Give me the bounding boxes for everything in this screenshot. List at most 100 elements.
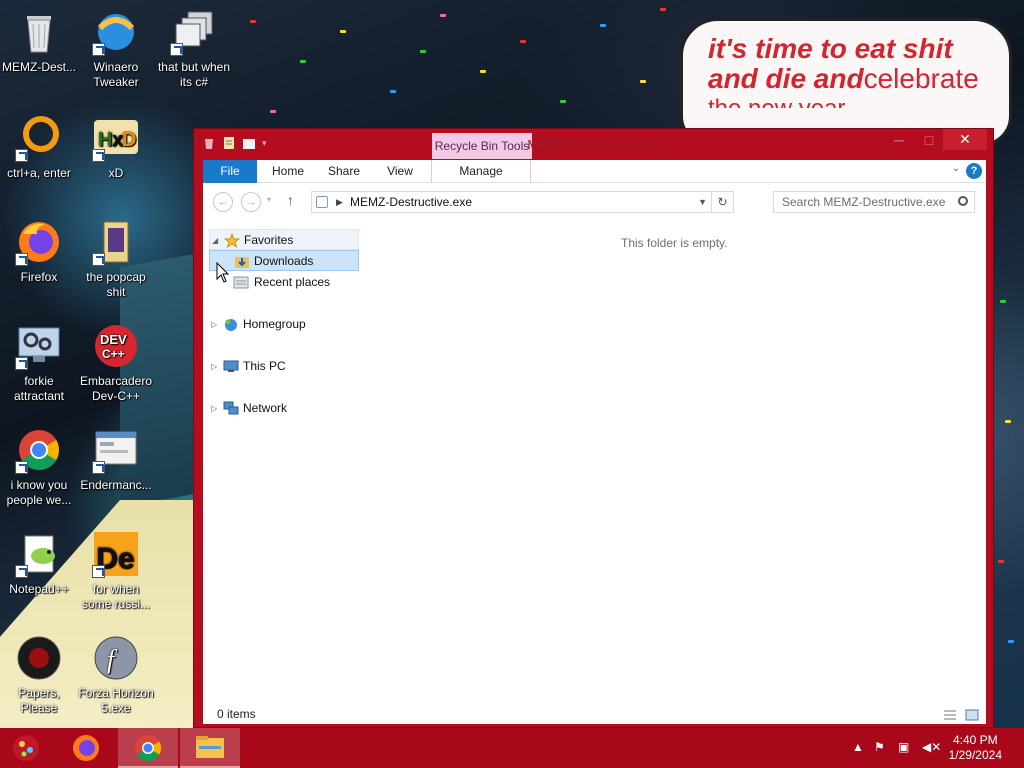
nav-label: Downloads — [254, 254, 314, 268]
confetti — [660, 8, 666, 11]
nav-item-network[interactable]: ▷ Network — [209, 398, 359, 419]
desktop-icon-chrome[interactable]: i know you people we... — [1, 420, 77, 520]
nav-item-downloads[interactable]: Downloads — [209, 250, 359, 271]
desktop-icon-forza[interactable]: f Forza Horizon 5.exe — [78, 628, 154, 728]
nav-item-homegroup[interactable]: ▷ Homegroup — [209, 314, 359, 335]
bubble-line-2a: and die and — [708, 63, 864, 94]
winaero-icon — [92, 8, 140, 56]
expand-arrow-icon[interactable]: ▷ — [211, 356, 221, 377]
chrome-icon — [135, 735, 162, 762]
action-center-flag-icon[interactable]: ⚑ — [874, 740, 885, 754]
tab-file[interactable]: File — [203, 160, 257, 183]
nav-item-this-pc[interactable]: ▷ This PC — [209, 356, 359, 377]
nav-item-recent-places[interactable]: Recent places — [209, 272, 359, 293]
shortcut-arrow-icon — [15, 565, 28, 578]
address-box[interactable]: ▶ MEMZ-Destructive.exe ▼ ↻ — [311, 191, 734, 213]
details-view-icon[interactable] — [943, 707, 957, 720]
show-hidden-icons-icon[interactable]: ▲ — [852, 740, 864, 754]
help-icon[interactable]: ? — [966, 163, 982, 179]
status-bar: 0 items — [203, 704, 986, 724]
start-button[interactable] — [0, 728, 54, 768]
computer-icon — [223, 359, 239, 374]
downloads-folder-icon — [234, 254, 250, 269]
taskbar: ▲ ⚑ ▣ ◀✕ 4:40 PM 1/29/2024 — [0, 728, 1024, 768]
folder-icon — [196, 736, 224, 758]
volume-muted-icon[interactable]: ◀✕ — [922, 740, 941, 754]
collapse-arrow-icon[interactable]: ◢ — [212, 230, 222, 251]
shortcut-arrow-icon — [92, 565, 105, 578]
confetti — [270, 110, 276, 113]
address-dropdown-icon[interactable]: ▼ — [698, 192, 707, 212]
forward-button[interactable]: → — [241, 192, 261, 212]
refresh-button[interactable]: ↻ — [711, 192, 733, 212]
recent-locations-icon[interactable]: ▾ — [267, 195, 271, 204]
popcap-icon — [92, 218, 140, 266]
desktop-icon-de[interactable]: De for when some russi... — [78, 524, 154, 624]
tab-share[interactable]: Share — [321, 160, 367, 183]
shortcut-arrow-icon — [92, 149, 105, 162]
confetti — [998, 560, 1004, 563]
confetti — [600, 24, 606, 27]
clock[interactable]: 4:40 PM 1/29/2024 — [949, 733, 1002, 763]
window-titlebar[interactable]: ▾ Recycle Bin Tools MEMZ-Destructive.exe… — [194, 129, 993, 159]
taskbar-firefox[interactable] — [56, 728, 116, 768]
desktop-icon-xd[interactable]: HxD xD — [78, 108, 154, 208]
search-input[interactable]: Search MEMZ-Destructive.exe — [773, 191, 975, 213]
confetti — [1000, 300, 1006, 303]
up-button[interactable]: ↑ — [287, 192, 294, 208]
search-icon[interactable] — [958, 196, 968, 206]
large-icons-view-icon[interactable] — [965, 707, 979, 721]
confetti — [440, 14, 446, 17]
desktop-icon-winaero[interactable]: Winaero Tweaker — [78, 2, 154, 102]
svg-text:C++: C++ — [102, 347, 125, 361]
clock-time: 4:40 PM — [952, 733, 998, 747]
tab-view[interactable]: View — [377, 160, 423, 183]
ribbon-tabs: File Home Share View Manage ⌄ ? — [203, 160, 986, 183]
desktop-icon-that-but-csharp[interactable]: that but when its c# — [156, 2, 232, 102]
breadcrumb-separator-icon[interactable]: ▶ — [336, 192, 343, 212]
recent-places-icon — [233, 275, 249, 290]
desktop-icon-ctrl-a-enter[interactable]: ctrl+a, enter — [1, 108, 77, 208]
desktop-icon-label: the popcap shit — [86, 270, 146, 299]
expand-arrow-icon[interactable]: ▷ — [211, 314, 221, 335]
notepadpp-icon — [15, 530, 63, 578]
recycle-bin-icon — [15, 8, 63, 56]
expand-arrow-icon[interactable]: ▷ — [211, 398, 221, 419]
nav-item-favorites[interactable]: ◢ Favorites — [209, 229, 359, 250]
desktop-icon-label: Winaero Tweaker — [93, 60, 139, 89]
desktop-icon-label: i know you people we... — [6, 478, 72, 507]
devcpp-icon: DEV C++ — [92, 322, 140, 370]
desktop-icon-endermanch[interactable]: Endermanc... — [78, 420, 154, 520]
close-button[interactable]: ✕ — [943, 129, 987, 150]
tab-home[interactable]: Home — [265, 160, 311, 183]
desktop-icon-forkie[interactable]: forkie attractant — [1, 316, 77, 416]
confetti — [640, 80, 646, 83]
taskbar-chrome[interactable] — [118, 728, 178, 768]
desktop-icon-papers-please[interactable]: Papers, Please — [1, 628, 77, 728]
minimize-button[interactable]: ─ — [884, 129, 914, 151]
stacked-windows-icon — [170, 8, 218, 56]
desktop-icon-popcap[interactable]: the popcap shit — [78, 212, 154, 312]
confetti — [340, 30, 346, 33]
monitor-gear-icon — [15, 322, 63, 370]
window-app-icon — [92, 426, 140, 474]
shortcut-arrow-icon — [92, 461, 105, 474]
tab-manage[interactable]: Manage — [431, 160, 531, 183]
back-button[interactable]: ← — [213, 192, 233, 212]
confetti — [300, 60, 306, 63]
clock-date: 1/29/2024 — [948, 748, 1002, 762]
shortcut-arrow-icon — [92, 253, 105, 266]
desktop-icon-label: that but when its c# — [157, 60, 231, 89]
network-tray-icon[interactable]: ▣ — [898, 740, 909, 754]
desktop-icon-firefox[interactable]: Firefox — [1, 212, 77, 312]
breadcrumb[interactable]: MEMZ-Destructive.exe — [350, 192, 472, 212]
desktop-icon-label: for when some russi... — [81, 582, 150, 611]
content-area: ◢ Favorites Downloads Recent places ▷ Ho… — [203, 220, 986, 704]
desktop-icon-devcpp[interactable]: DEV C++ Embarcadero Dev-C++ — [78, 316, 154, 416]
desktop-icon-notepadpp[interactable]: Notepad++ — [1, 524, 77, 624]
taskbar-file-explorer[interactable] — [180, 728, 240, 768]
maximize-button[interactable]: □ — [914, 129, 944, 151]
expand-ribbon-icon[interactable]: ⌄ — [952, 163, 960, 174]
desktop-icon-label: xD — [108, 166, 124, 180]
desktop-icon-memz[interactable]: MEMZ-Dest... — [1, 2, 77, 102]
